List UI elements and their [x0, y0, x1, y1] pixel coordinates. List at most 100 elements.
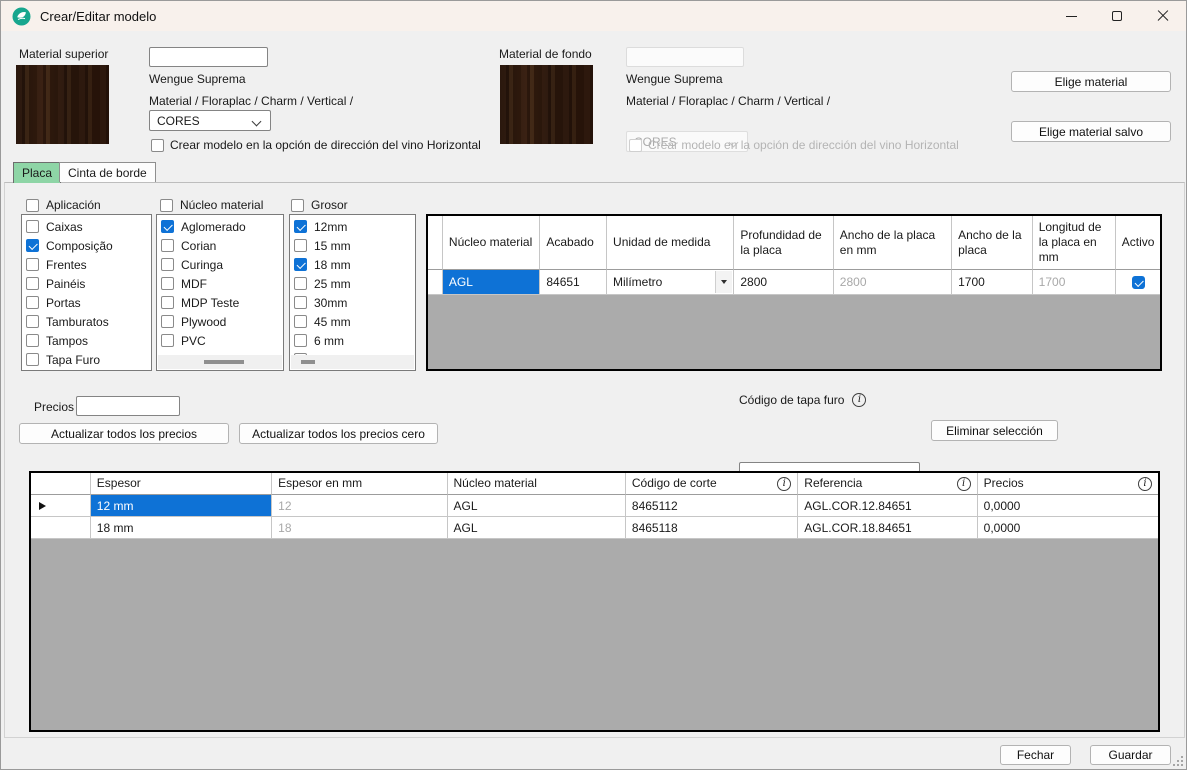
info-icon[interactable] [852, 393, 866, 407]
guardar-label: Guardar [1108, 748, 1152, 762]
info-icon[interactable] [777, 477, 791, 491]
elige-material-salvo-button[interactable]: Elige material salvo [1011, 121, 1171, 142]
list-item-tampos[interactable]: Tampos [22, 331, 151, 350]
resize-grip[interactable] [1171, 754, 1183, 766]
col-header-nucleo-material[interactable]: Núcleo material [448, 473, 626, 495]
col-header-nucleo-material[interactable]: Núcleo material [443, 216, 540, 270]
cell-espesor[interactable]: 18 mm [91, 517, 272, 539]
col-header-codigo-de-corte[interactable]: Código de corte [626, 473, 798, 495]
cell-ancho-en-mm[interactable]: 2800 [834, 270, 952, 295]
list-item-6mm[interactable]: 6 mm [290, 331, 415, 350]
combo-dropdown-button[interactable] [715, 271, 732, 293]
col-header-espesor-mm[interactable]: Espesor en mm [272, 473, 447, 495]
list-item-pvc[interactable]: PVC [157, 331, 283, 350]
list-item-corian[interactable]: Corian [157, 236, 283, 255]
material-superior-swatch[interactable] [16, 65, 109, 144]
list-item-tamburatos[interactable]: Tamburatos [22, 312, 151, 331]
list-item-25mm[interactable]: 25 mm [290, 274, 415, 293]
list-item-frentes[interactable]: Frentes [22, 255, 151, 274]
app-icon [12, 7, 31, 26]
grosor-header-checkbox[interactable]: Grosor [291, 198, 348, 212]
cell-espesor[interactable]: 12 mm [91, 495, 272, 517]
guardar-button[interactable]: Guardar [1090, 745, 1171, 765]
cell-nucleo-material[interactable]: AGL [443, 270, 540, 295]
info-icon[interactable] [957, 477, 971, 491]
list-item-45mm[interactable]: 45 mm [290, 312, 415, 331]
scrollbar-thumb[interactable] [204, 360, 244, 364]
list-item-aglomerado[interactable]: Aglomerado [157, 217, 283, 236]
list-item-18mm[interactable]: 18 mm [290, 255, 415, 274]
checkbox-icon [294, 315, 307, 328]
cell-precios[interactable]: 0,0000 [978, 495, 1158, 517]
cell-referencia[interactable]: AGL.COR.18.84651 [798, 517, 977, 539]
list-item-15mm[interactable]: 15 mm [290, 236, 415, 255]
actualizar-precios-button[interactable]: Actualizar todos los precios [19, 423, 229, 444]
tab-cinta-de-borde[interactable]: Cinta de borde [59, 162, 156, 182]
row-header-cell[interactable] [428, 270, 443, 295]
checkbox-icon [294, 239, 307, 252]
cell-espesor-mm[interactable]: 12 [272, 495, 447, 517]
cell-unidad-de-medida[interactable]: Milímetro [607, 270, 734, 295]
cell-longitud-en-mm[interactable]: 1700 [1033, 270, 1117, 295]
list-item-label: Caixas [46, 220, 83, 234]
close-button[interactable] [1140, 1, 1186, 31]
info-icon[interactable] [1138, 477, 1152, 491]
fechar-button[interactable]: Fechar [1000, 745, 1071, 765]
aplicacion-header-checkbox[interactable]: Aplicación [26, 198, 101, 212]
table-row-12mm: 12 mm 12 AGL 8465112 AGL.COR.12.84651 0,… [31, 495, 1158, 517]
material-superior-horizontal-checkbox[interactable]: Crear modelo en la opción de dirección d… [151, 138, 481, 152]
cell-profundidad[interactable]: 2800 [734, 270, 833, 295]
eliminar-seleccion-button[interactable]: Eliminar selección [931, 420, 1058, 441]
cell-referencia[interactable]: AGL.COR.12.84651 [798, 495, 977, 517]
tab-placa[interactable]: Placa [13, 162, 61, 183]
material-fondo-swatch[interactable] [500, 65, 593, 144]
cell-ancho[interactable]: 1700 [952, 270, 1033, 295]
col-header-ancho[interactable]: Ancho de la placa [952, 216, 1033, 270]
list-item-mdf[interactable]: MDF [157, 274, 283, 293]
col-header-profundidad[interactable]: Profundidad de la placa [734, 216, 833, 270]
cell-nucleo[interactable]: AGL [448, 517, 626, 539]
scrollbar-thumb[interactable] [301, 360, 315, 364]
nucleo-material-header-checkbox[interactable]: Núcleo material [160, 198, 263, 212]
minimize-button[interactable] [1048, 1, 1094, 31]
row-header-cell[interactable] [31, 495, 91, 517]
cell-nucleo[interactable]: AGL [448, 495, 626, 517]
list-item-portas[interactable]: Portas [22, 293, 151, 312]
cell-espesor-mm[interactable]: 18 [272, 517, 447, 539]
cell-acabado[interactable]: 84651 [540, 270, 607, 295]
eliminar-seleccion-label: Eliminar selección [946, 424, 1043, 438]
cell-codigo[interactable]: 8465112 [626, 495, 798, 517]
col-header-espesor[interactable]: Espesor [91, 473, 272, 495]
list-item-paineis[interactable]: Painéis [22, 274, 151, 293]
grid-corner-cell [428, 216, 443, 270]
col-header-longitud-en-mm[interactable]: Longitud de la placa en mm [1033, 216, 1117, 270]
col-header-acabado[interactable]: Acabado [540, 216, 607, 270]
list-item-plywood[interactable]: Plywood [157, 312, 283, 331]
cell-activo[interactable] [1116, 270, 1160, 295]
list-item-tapa-furo[interactable]: Tapa Furo [22, 350, 151, 369]
list-item-30mm[interactable]: 30mm [290, 293, 415, 312]
col-header-ancho-en-mm[interactable]: Ancho de la placa en mm [834, 216, 952, 270]
precios-input[interactable] [76, 396, 180, 416]
actualizar-precios-cero-label: Actualizar todos los precios cero [252, 427, 425, 441]
list-item-composicao[interactable]: Composição [22, 236, 151, 255]
list-item-label: Aglomerado [181, 220, 246, 234]
col-header-unidad-de-medida[interactable]: Unidad de medida [607, 216, 734, 270]
col-header-activo[interactable]: Activo [1116, 216, 1160, 270]
row-header-cell[interactable] [31, 517, 91, 539]
col-header-precios[interactable]: Precios [978, 473, 1158, 495]
list-item-caixas[interactable]: Caixas [22, 217, 151, 236]
list-item-curinga[interactable]: Curinga [157, 255, 283, 274]
cell-precios[interactable]: 0,0000 [978, 517, 1158, 539]
material-superior-cores-select[interactable]: CORES [149, 110, 271, 131]
material-superior-name-input[interactable] [149, 47, 268, 67]
list-item-mdp-teste[interactable]: MDP Teste [157, 293, 283, 312]
actualizar-precios-cero-button[interactable]: Actualizar todos los precios cero [239, 423, 438, 444]
maximize-button[interactable] [1094, 1, 1140, 31]
horizontal-scrollbar[interactable] [291, 355, 414, 369]
elige-material-button[interactable]: Elige material [1011, 71, 1171, 92]
horizontal-scrollbar[interactable] [158, 355, 282, 369]
list-item-12mm[interactable]: 12mm [290, 217, 415, 236]
col-header-referencia[interactable]: Referencia [798, 473, 977, 495]
cell-codigo[interactable]: 8465118 [626, 517, 798, 539]
